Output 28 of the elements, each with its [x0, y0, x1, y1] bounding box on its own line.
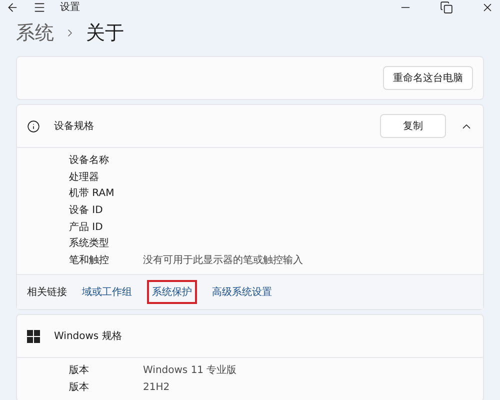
spec-label: 机带 RAM [69, 186, 116, 200]
spec-value: 没有可用于此显示器的笔或触控输入 [143, 254, 303, 267]
related-link[interactable]: 高级系统设置 [207, 280, 277, 304]
spec-label: 版本 [69, 364, 90, 378]
spec-label: 处理器 [69, 170, 100, 184]
spec-value: Windows 11 专业版 [143, 364, 237, 378]
related-link[interactable]: 域或工作组 [77, 280, 137, 304]
section-title: 设备规格 [54, 120, 94, 133]
spec-label: 版本 [69, 380, 90, 394]
windows-logo-icon [27, 330, 40, 343]
rename-button[interactable]: 重命名这台电脑 [383, 66, 473, 90]
spec-label: 设备 ID [69, 204, 104, 218]
info-icon [27, 120, 40, 132]
spec-label: 笔和触控 [69, 254, 110, 267]
spec-value: 21H2 [143, 382, 170, 393]
section-title: Windows 规格 [54, 330, 122, 344]
back-icon[interactable] [6, 0, 19, 14]
related-links-label: 相关链接 [27, 286, 67, 300]
page-title: 关于 [86, 21, 124, 46]
copy-button[interactable]: 复制 [380, 114, 446, 138]
restore-icon[interactable] [440, 0, 453, 14]
window-title: 设置 [60, 0, 80, 14]
spec-label: 产品 ID [69, 220, 104, 234]
spec-label: 设备名称 [69, 154, 110, 168]
breadcrumb-parent[interactable]: 系统 [16, 20, 54, 46]
related-link[interactable]: 系统保护 [147, 280, 197, 304]
spec-label: 系统类型 [69, 236, 110, 250]
menu-icon[interactable] [33, 0, 46, 14]
